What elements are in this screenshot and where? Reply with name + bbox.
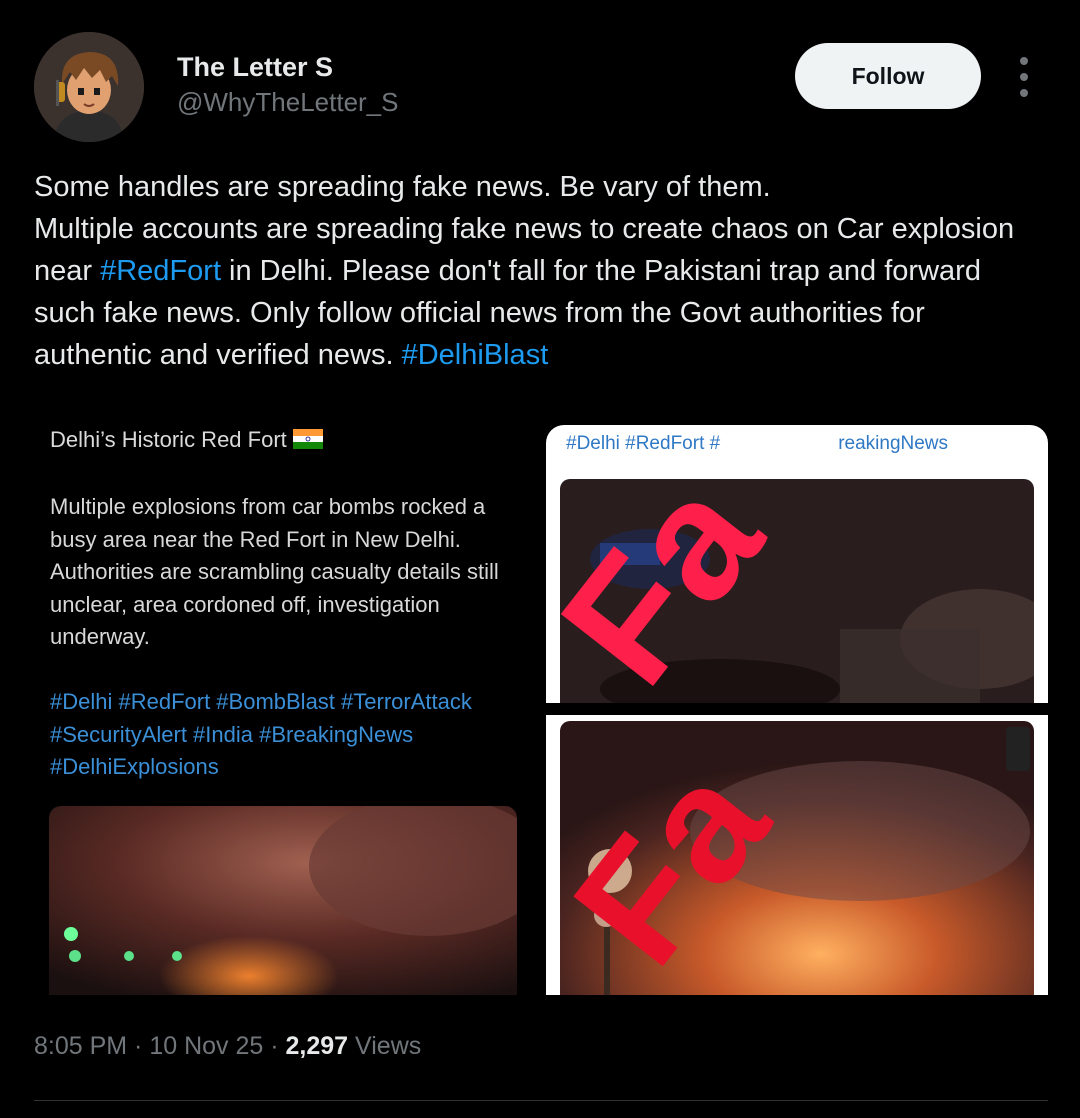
hashtag-link[interactable]: #RedFort (100, 255, 221, 287)
tweet-line-2: Multiple accounts are spreading fake new… (34, 208, 1044, 376)
fake-post-top: #Delhi #RedFort # reakingNews Fa (546, 425, 1048, 703)
india-flag-icon (292, 429, 323, 449)
screenshot-body: Multiple explosions from car bombs rocke… (50, 494, 499, 649)
fake-photo-2 (560, 721, 1034, 995)
fake-post-bottom: Fa (546, 715, 1048, 995)
tweet-date[interactable]: 10 Nov 25 (149, 1032, 263, 1060)
fake-post-hashtags-right: reakingNews (838, 433, 949, 454)
more-dot (1020, 73, 1028, 81)
tweet-detail: The Letter S @WhyTheLetter_S Follow Some… (0, 0, 1080, 1118)
views-count: 2,297 (285, 1032, 349, 1060)
image-divider (546, 703, 1048, 715)
follow-button[interactable]: Follow (795, 43, 981, 109)
hashtag-link[interactable]: #DelhiBlast (402, 339, 549, 371)
more-dot (1020, 89, 1028, 97)
author-name[interactable]: The Letter S (177, 52, 333, 83)
meta-separator: · (263, 1032, 286, 1060)
fake-photo-1-image (560, 479, 1034, 703)
screenshot-title-text: Delhi’s Historic Red Fort (50, 427, 287, 452)
media-right-screenshots[interactable]: #Delhi #RedFort # reakingNews Fa Fa (546, 425, 1048, 995)
tweet-meta: 8:05 PM · 10 Nov 25 · 2,297 Views (34, 1032, 421, 1061)
fake-photo-1 (560, 479, 1034, 703)
author-handle[interactable]: @WhyTheLetter_S (177, 87, 398, 118)
footer-divider (34, 1100, 1048, 1101)
fake-post-hashtags-left: #Delhi #RedFort # (566, 433, 721, 454)
more-dot (1020, 57, 1028, 65)
tweet-line-1: Some handles are spreading fake news. Be… (34, 171, 771, 203)
avatar-image (34, 32, 144, 142)
explosion-photo (49, 806, 517, 995)
media-left-screenshot[interactable]: Delhi’s Historic Red Fort Multiple explo… (34, 400, 534, 995)
meta-separator: · (127, 1032, 150, 1060)
more-vertical-icon[interactable] (1010, 57, 1038, 97)
tweet-media[interactable]: Delhi’s Historic Red Fort Multiple explo… (34, 400, 1048, 995)
fake-photo-2-image (560, 721, 1034, 995)
tweet-text: Some handles are spreading fake news. Be… (34, 166, 1044, 376)
tweet-time[interactable]: 8:05 PM (34, 1032, 127, 1060)
screenshot-title: Delhi’s Historic Red Fort (50, 427, 323, 453)
explosion-photo-image (49, 806, 517, 995)
avatar[interactable] (34, 32, 144, 142)
fake-post-hashtags: #Delhi #RedFort # reakingNews (566, 433, 948, 455)
screenshot-hashtags: #Delhi #RedFort #BombBlast #TerrorAttack… (50, 689, 472, 779)
views-label: Views (348, 1032, 422, 1060)
